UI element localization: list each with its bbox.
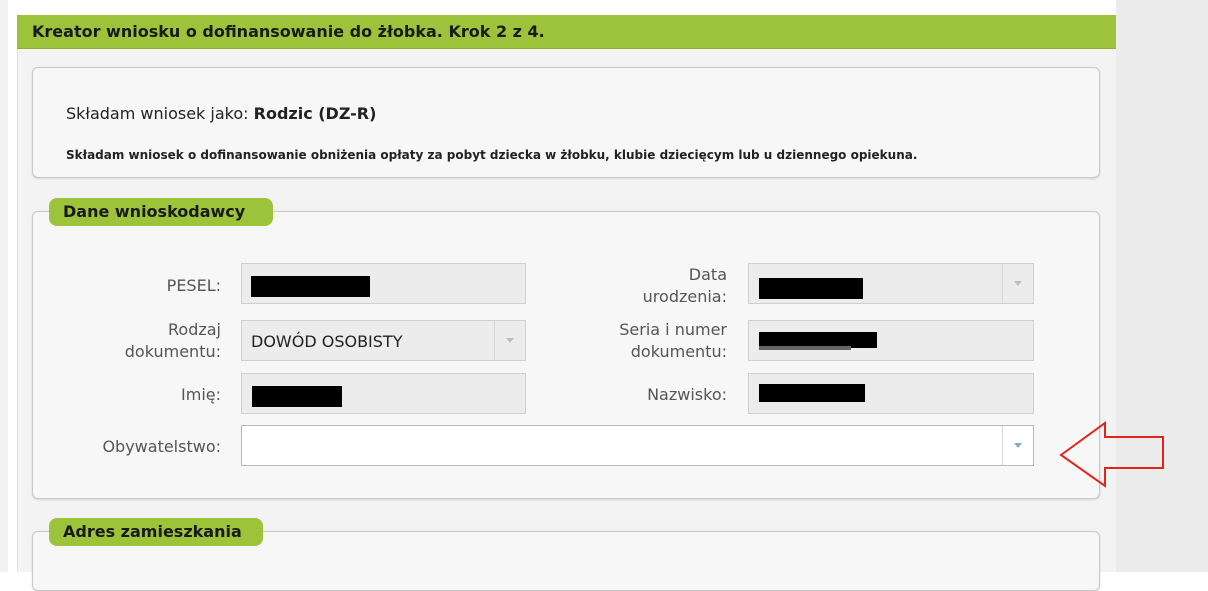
section-title-address: Adres zamieszkania bbox=[49, 518, 263, 546]
wizard-title: Kreator wniosku o dofinansowanie do żłob… bbox=[17, 15, 1116, 49]
chevron-down-icon bbox=[1014, 443, 1022, 448]
doc-number-label-line1: Seria i numer bbox=[619, 320, 727, 339]
doc-number-label-line2: dokumentu: bbox=[630, 342, 727, 361]
annotation-arrow-icon bbox=[1059, 421, 1164, 488]
doc-number-field[interactable] bbox=[748, 320, 1034, 361]
last-name-label: Nazwisko: bbox=[647, 385, 727, 404]
doc-type-select[interactable]: DOWÓD OSOBISTY bbox=[241, 320, 526, 361]
doc-type-value: DOWÓD OSOBISTY bbox=[251, 332, 403, 351]
applicant-prefix: Składam wniosek jako: bbox=[66, 104, 249, 123]
last-name-field[interactable] bbox=[748, 373, 1034, 414]
applicant-info: Składam wniosek jako: Rodzic (DZ-R) bbox=[66, 104, 376, 123]
citizenship-dropdown-button[interactable] bbox=[1002, 426, 1033, 465]
redacted-first-name bbox=[252, 386, 342, 407]
first-name-label: Imię: bbox=[181, 385, 221, 404]
chevron-down-icon bbox=[1014, 281, 1022, 286]
section-title-applicant-data: Dane wnioskodawcy bbox=[49, 198, 273, 226]
redacted-last-name bbox=[759, 384, 865, 402]
pesel-label: PESEL: bbox=[166, 276, 221, 295]
chevron-down-icon bbox=[506, 338, 514, 343]
redacted-birth-date bbox=[759, 278, 863, 299]
birth-date-label-line1: Data bbox=[688, 265, 727, 284]
first-name-field[interactable] bbox=[241, 373, 526, 414]
redacted-pesel bbox=[251, 276, 370, 297]
doc-type-label-line2: dokumentu: bbox=[124, 342, 221, 361]
birth-date-field[interactable] bbox=[748, 263, 1034, 304]
birth-date-dropdown-button[interactable] bbox=[1002, 264, 1033, 303]
pesel-field[interactable] bbox=[241, 263, 526, 304]
doc-type-dropdown-button[interactable] bbox=[494, 321, 525, 360]
citizenship-select[interactable] bbox=[241, 425, 1034, 466]
applicant-role: Rodzic (DZ-R) bbox=[253, 104, 377, 123]
doc-type-label-line1: Rodzaj bbox=[168, 320, 221, 339]
redacted-doc-number-residue bbox=[759, 346, 851, 350]
citizenship-label: Obywatelstwo: bbox=[102, 437, 221, 456]
application-statement: Składam wniosek o dofinansowanie obniżen… bbox=[66, 148, 918, 162]
birth-date-label-line2: urodzenia: bbox=[642, 287, 727, 306]
left-gutter bbox=[0, 0, 8, 572]
